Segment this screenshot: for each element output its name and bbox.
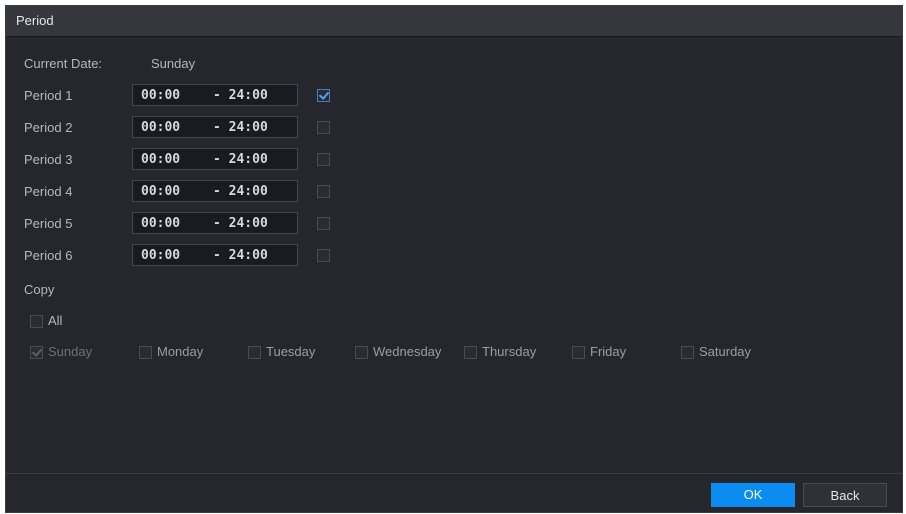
period-3-start-time[interactable]: 00:00 (141, 152, 180, 167)
copy-wednesday-checkbox[interactable] (355, 346, 368, 359)
period-2-enable-checkbox[interactable] (317, 121, 330, 134)
period-6-end-time[interactable]: - 24:00 (213, 248, 268, 263)
title-bar: Period (6, 6, 902, 37)
period-1-label: Period 1 (24, 88, 73, 103)
copy-friday-label[interactable]: Friday (590, 344, 626, 359)
copy-thursday-checkbox[interactable] (464, 346, 477, 359)
copy-label: Copy (24, 282, 55, 297)
current-date-value: Sunday (151, 56, 196, 71)
period-5-label: Period 5 (24, 216, 73, 231)
period-2-label: Period 2 (24, 120, 73, 135)
period-4-start-time[interactable]: 00:00 (141, 184, 180, 199)
period-2-start-time[interactable]: 00:00 (141, 120, 180, 135)
period-3-label: Period 3 (24, 152, 73, 167)
copy-thursday-label[interactable]: Thursday (482, 344, 536, 359)
dialog-title: Period (16, 13, 54, 28)
copy-monday-checkbox[interactable] (139, 346, 152, 359)
copy-wednesday-label[interactable]: Wednesday (373, 344, 441, 359)
period-3-enable-checkbox[interactable] (317, 153, 330, 166)
ok-button[interactable]: OK (711, 483, 795, 507)
period-4-enable-checkbox[interactable] (317, 185, 330, 198)
period-6-label: Period 6 (24, 248, 73, 263)
period-4-label: Period 4 (24, 184, 73, 199)
period-3-end-time[interactable]: - 24:00 (213, 152, 268, 167)
period-5-start-time[interactable]: 00:00 (141, 216, 180, 231)
period-1-time-field[interactable]: 00:00 - 24:00 (132, 84, 298, 106)
copy-friday-checkbox[interactable] (572, 346, 585, 359)
period-6-time-field[interactable]: 00:00 - 24:00 (132, 244, 298, 266)
copy-sunday-label: Sunday (48, 344, 93, 359)
back-button[interactable]: Back (803, 483, 887, 507)
period-5-end-time[interactable]: - 24:00 (213, 216, 268, 231)
period-6-enable-checkbox[interactable] (317, 249, 330, 262)
copy-saturday-checkbox[interactable] (681, 346, 694, 359)
copy-all-checkbox[interactable] (30, 315, 43, 328)
period-5-enable-checkbox[interactable] (317, 217, 330, 230)
period-3-time-field[interactable]: 00:00 - 24:00 (132, 148, 298, 170)
copy-sunday-checkbox (30, 346, 43, 359)
copy-tuesday-label[interactable]: Tuesday (266, 344, 315, 359)
period-2-end-time[interactable]: - 24:00 (213, 120, 268, 135)
period-4-end-time[interactable]: - 24:00 (213, 184, 268, 199)
current-date-label: Current Date: (24, 56, 103, 71)
period-6-start-time[interactable]: 00:00 (141, 248, 180, 263)
period-1-enable-checkbox[interactable] (317, 89, 330, 102)
period-2-time-field[interactable]: 00:00 - 24:00 (132, 116, 298, 138)
period-5-time-field[interactable]: 00:00 - 24:00 (132, 212, 298, 234)
period-dialog: Period Current Date: Sunday Period 1 00:… (5, 5, 903, 513)
period-1-end-time[interactable]: - 24:00 (213, 88, 268, 103)
copy-all-label[interactable]: All (48, 313, 62, 328)
footer-divider (6, 473, 902, 474)
copy-monday-label[interactable]: Monday (157, 344, 203, 359)
period-1-start-time[interactable]: 00:00 (141, 88, 180, 103)
copy-tuesday-checkbox[interactable] (248, 346, 261, 359)
period-4-time-field[interactable]: 00:00 - 24:00 (132, 180, 298, 202)
copy-saturday-label[interactable]: Saturday (699, 344, 751, 359)
